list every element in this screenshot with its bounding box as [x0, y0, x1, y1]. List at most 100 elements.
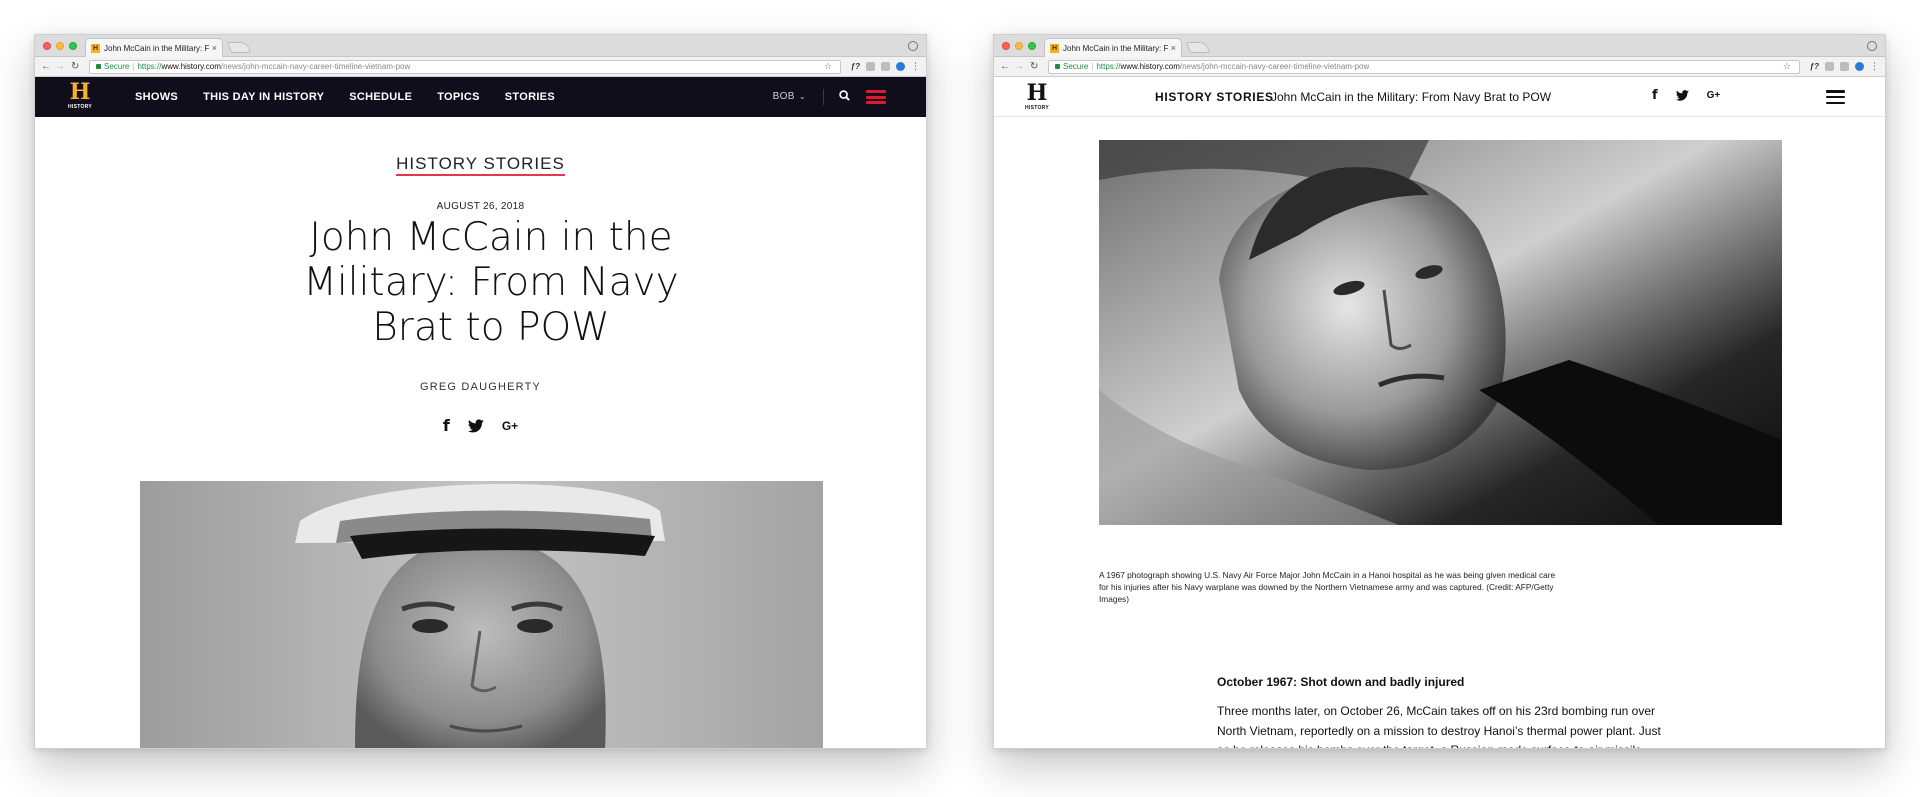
- browser-menu-icon[interactable]: ⋮: [911, 62, 920, 71]
- article-headline: John McCain in the Military: From Navy B…: [303, 215, 679, 350]
- url-path: /news/john-mccain-navy-career-timeline-v…: [220, 62, 411, 71]
- tab-title: John McCain in the Military: From Navy B…: [104, 43, 209, 53]
- site-header: H HISTORY SHOWS THIS DAY IN HISTORY SCHE…: [35, 77, 926, 117]
- profile-icon[interactable]: [908, 41, 918, 51]
- nav-topics[interactable]: TOPICS: [437, 91, 480, 103]
- font-extension-icon[interactable]: ƒ?: [1810, 62, 1819, 71]
- nav-this-day-in-history[interactable]: THIS DAY IN HISTORY: [203, 91, 324, 103]
- logo-wordmark: HISTORY: [1024, 105, 1050, 111]
- logo-wordmark: HISTORY: [67, 104, 93, 110]
- address-bar[interactable]: Secure | https://www.history.com/news/john…: [1048, 60, 1800, 74]
- forward-arrow-icon[interactable]: →: [1014, 60, 1024, 74]
- shield-extension-icon[interactable]: [881, 62, 890, 71]
- tab-close-icon[interactable]: ×: [1171, 43, 1176, 53]
- search-icon[interactable]: [839, 90, 850, 101]
- browser-toolbar: ← → ↻ Secure | https://www.history.com/new…: [994, 57, 1885, 77]
- sticky-section-label[interactable]: HISTORY STORIES: [1155, 90, 1274, 104]
- nav-shows[interactable]: SHOWS: [135, 91, 178, 103]
- tab-close-icon[interactable]: ×: [212, 43, 217, 53]
- user-menu[interactable]: BOB ⌄: [773, 91, 806, 102]
- sticky-share-buttons: f G+: [1652, 88, 1720, 103]
- browser-menu-icon[interactable]: ⋮: [1870, 62, 1879, 71]
- section-label: HISTORY STORIES: [35, 154, 926, 176]
- browser-window-right: H John McCain in the Military: From Navy…: [993, 34, 1886, 749]
- extension-icons: ƒ? ⋮: [851, 62, 920, 71]
- bookmark-star-icon[interactable]: ☆: [1783, 61, 1791, 72]
- camera-extension-icon[interactable]: [866, 62, 875, 71]
- twitter-icon[interactable]: [1675, 90, 1689, 101]
- new-tab-button[interactable]: [1185, 42, 1211, 53]
- menu-hamburger-icon[interactable]: [1826, 90, 1845, 104]
- article-photo-hospital: [1099, 140, 1782, 525]
- bookmark-star-icon[interactable]: ☆: [824, 61, 832, 72]
- reload-icon[interactable]: ↻: [1030, 60, 1038, 74]
- camera-extension-icon[interactable]: [1825, 62, 1834, 71]
- back-arrow-icon[interactable]: ←: [1000, 60, 1010, 74]
- google-plus-icon[interactable]: G+: [1707, 90, 1721, 101]
- portrait-photo-illustration: [140, 481, 823, 748]
- nav-schedule[interactable]: SCHEDULE: [349, 91, 412, 103]
- section-subhead: October 1967: Shot down and badly injure…: [1217, 675, 1465, 689]
- twitter-icon[interactable]: [467, 418, 484, 433]
- url-scheme: https://: [137, 62, 162, 71]
- new-tab-button[interactable]: [226, 42, 252, 53]
- page-content-right: H HISTORY HISTORY STORIES John McCain in…: [994, 77, 1885, 748]
- article-body-paragraph: Three months later, on October 26, McCai…: [1217, 704, 1661, 748]
- lock-icon: [96, 64, 101, 69]
- tab-strip: H John McCain in the Military: From Navy…: [994, 35, 1885, 57]
- section-link[interactable]: HISTORY STORIES: [396, 154, 565, 176]
- forward-arrow-icon[interactable]: →: [55, 60, 65, 74]
- menu-hamburger-icon[interactable]: [866, 90, 886, 104]
- lock-icon: [1055, 64, 1060, 69]
- blue-extension-icon[interactable]: [896, 62, 905, 71]
- minimize-window-button[interactable]: [1015, 42, 1023, 50]
- address-bar[interactable]: Secure | https://www.history.com/news/john…: [89, 60, 841, 74]
- blue-extension-icon[interactable]: [1855, 62, 1864, 71]
- back-arrow-icon[interactable]: ←: [41, 60, 51, 74]
- history-logo[interactable]: H HISTORY: [1022, 81, 1052, 113]
- tab-title: John McCain in the Military: From Navy B…: [1063, 43, 1168, 53]
- shield-extension-icon[interactable]: [1840, 62, 1849, 71]
- author-byline[interactable]: GREG DAUGHERTY: [35, 381, 926, 393]
- logo-letter: H: [1026, 80, 1048, 106]
- publish-date: AUGUST 26, 2018: [436, 201, 525, 212]
- google-plus-icon[interactable]: G+: [502, 419, 518, 433]
- history-favicon-icon: H: [91, 43, 100, 53]
- nav-stories[interactable]: STORIES: [505, 91, 555, 103]
- url-path: /news/john-mccain-navy-career-timeline-v…: [1179, 62, 1370, 71]
- profile-icon[interactable]: [1867, 41, 1877, 51]
- close-window-button[interactable]: [1002, 42, 1010, 50]
- sticky-article-title: John McCain in the Military: From Navy B…: [1271, 90, 1552, 104]
- url-separator: |: [1091, 62, 1094, 71]
- main-nav: SHOWS THIS DAY IN HISTORY SCHEDULE TOPIC…: [135, 77, 555, 117]
- user-name: BOB: [772, 91, 795, 102]
- hero-photo-mccain-portrait: [140, 481, 823, 748]
- close-window-button[interactable]: [43, 42, 51, 50]
- url-scheme: https://: [1096, 62, 1121, 71]
- page-content-left: H HISTORY SHOWS THIS DAY IN HISTORY SCHE…: [35, 77, 926, 748]
- window-controls: [1002, 42, 1036, 50]
- chevron-down-icon: ⌄: [798, 92, 806, 101]
- window-controls: [43, 42, 77, 50]
- hospital-photo-illustration: [1099, 140, 1782, 525]
- photo-caption: A 1967 photograph showing U.S. Navy Air …: [1099, 570, 1556, 604]
- secure-label: Secure: [104, 62, 130, 71]
- history-logo[interactable]: H HISTORY: [65, 80, 95, 114]
- facebook-icon[interactable]: f: [443, 416, 450, 435]
- share-buttons: f G+: [35, 416, 926, 435]
- url-separator: |: [132, 62, 135, 71]
- maximize-window-button[interactable]: [69, 42, 77, 50]
- minimize-window-button[interactable]: [56, 42, 64, 50]
- sticky-header: H HISTORY HISTORY STORIES John McCain in…: [994, 77, 1885, 117]
- browser-tab[interactable]: H John McCain in the Military: From Navy…: [1044, 38, 1182, 57]
- facebook-icon[interactable]: f: [1652, 88, 1658, 103]
- extension-icons: ƒ? ⋮: [1810, 62, 1879, 71]
- url-host: www.history.com: [161, 62, 221, 71]
- browser-window-left: H John McCain in the Military: From Navy…: [34, 34, 927, 749]
- font-extension-icon[interactable]: ƒ?: [851, 62, 860, 71]
- maximize-window-button[interactable]: [1028, 42, 1036, 50]
- reload-icon[interactable]: ↻: [71, 60, 79, 74]
- browser-tab[interactable]: H John McCain in the Military: From Navy…: [85, 38, 223, 57]
- url-host: www.history.com: [1120, 62, 1180, 71]
- nav-divider: [823, 89, 824, 105]
